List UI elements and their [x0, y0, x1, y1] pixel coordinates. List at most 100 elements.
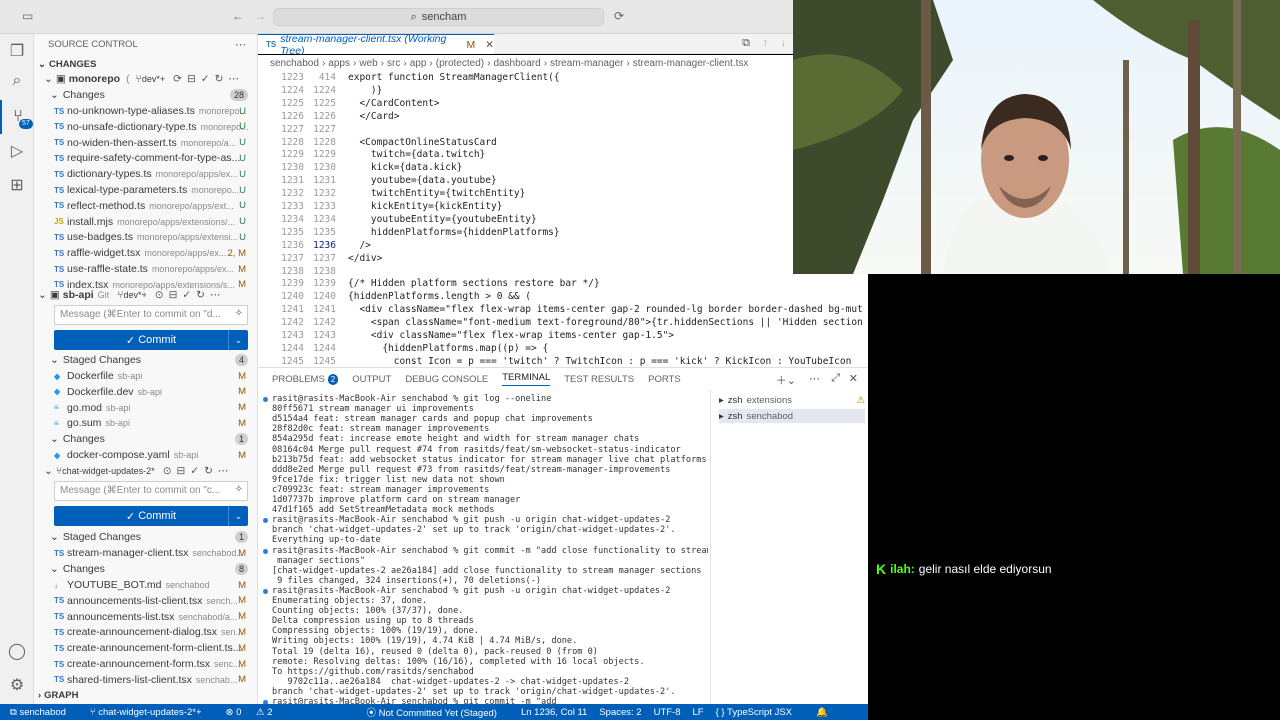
panel-tab-test-results[interactable]: TEST RESULTS [564, 374, 634, 385]
graph-section-header[interactable]: › GRAPH [34, 687, 257, 703]
panel-tab-debug-console[interactable]: DEBUG CONSOLE [405, 374, 488, 385]
line-number-original: 1228 [281, 136, 304, 148]
new-terminal-icon[interactable]: ＋⌄ [776, 372, 796, 388]
encoding[interactable]: UTF-8 [654, 707, 681, 718]
file-item[interactable]: TS create-announcement-form-client.ts... M [34, 640, 257, 656]
file-item[interactable]: TS announcements-list-client.tsx sench... M [34, 593, 257, 609]
editor-tab[interactable]: TS stream-manager-client.tsx (Working Tr… [258, 33, 494, 57]
commit-button-chat-widget[interactable]: ✓ Commit ⌄ [54, 506, 248, 526]
commit-button-sb-api[interactable]: ✓ Commit ⌄ [54, 330, 248, 350]
close-icon[interactable]: ✕ [485, 39, 494, 51]
breadcrumb-item[interactable]: web [359, 58, 377, 69]
file-item[interactable]: TS raffle-widget.tsx monorepo/apps/ex... 2,… [34, 245, 257, 261]
breadcrumb-item[interactable]: (protected) [436, 58, 484, 69]
file-item[interactable]: ≡ go.mod sb-api M [34, 400, 257, 416]
file-item[interactable]: TS use-raffle-state.ts monorepo/apps/ex...… [34, 261, 257, 277]
file-item[interactable]: ↓ YOUTUBE_BOT.md senchabod M [34, 577, 257, 593]
account-icon[interactable]: ◯ [0, 634, 34, 668]
file-item[interactable]: TS lexical-type-parameters.ts monorepo... U [34, 182, 257, 198]
repo-actions[interactable]: ⊙⊟✓↻⋯ [155, 289, 226, 301]
line-ending[interactable]: LF [693, 707, 704, 718]
file-item[interactable]: TS announcements-list.tsx senchabod/a... M [34, 609, 257, 625]
file-item[interactable]: ≡ go.sum sb-api M [34, 415, 257, 431]
panel-tab-output[interactable]: OUTPUT [352, 374, 391, 385]
code-line: 1233 1233 kickEntity={kickEntity} [258, 200, 868, 213]
repo-sb-api[interactable]: ⌄ ▣ sb-api Git ⑂ dev*+ ⊙⊟✓↻⋯ [34, 287, 257, 303]
maximize-panel-icon[interactable]: ⤢ [831, 372, 840, 385]
file-item[interactable]: TS no-widen-then-assert.ts monorepo/a... U [34, 135, 257, 151]
file-item[interactable]: TS reflect-method.ts monorepo/apps/ext... U [34, 198, 257, 214]
branch-indicator[interactable]: ⑂ chat-widget-updates-2*+ [90, 707, 214, 718]
source-control-icon[interactable]: ⑂ 57 [0, 100, 34, 134]
file-item[interactable]: ◆ Dockerfile sb-api M [34, 368, 257, 384]
extensions-icon[interactable]: ⊞ [0, 168, 34, 202]
repo-monorepo[interactable]: ⌄ ▣ monorepo( ⑂ dev*+ ⟳⊟✓↻⋯ [34, 71, 257, 87]
breadcrumb-item[interactable]: stream-manager-client.tsx [633, 58, 749, 69]
language-mode[interactable]: { } TypeScript JSX [716, 707, 804, 718]
breadcrumb-item[interactable]: dashboard [493, 58, 540, 69]
changes-section-header[interactable]: ⌄ CHANGES [34, 56, 257, 72]
breadcrumb-item[interactable]: app [410, 58, 427, 69]
file-item[interactable]: TS no-unknown-type-aliases.ts monorepo... U [34, 103, 257, 119]
chevron-down-icon[interactable]: ⌄ [228, 506, 248, 526]
panel-tab-ports[interactable]: PORTS [648, 374, 681, 385]
file-item[interactable]: TS no-unsafe-dictionary-type.ts monorepo..… [34, 119, 257, 135]
file-item[interactable]: TS create-announcement-dialog.tsx sen... M [34, 624, 257, 640]
indentation[interactable]: Spaces: 2 [599, 707, 641, 718]
sparkle-icon[interactable]: ✧ [235, 484, 243, 495]
close-panel-icon[interactable]: ✕ [849, 372, 858, 385]
more-actions-icon[interactable]: ⋯ [809, 372, 820, 385]
terminal-instance[interactable]: ▸ zsh senchabod [719, 409, 865, 423]
file-item[interactable]: ◆ docker-compose.yaml sb-api M [34, 447, 257, 463]
explorer-icon[interactable]: ❐ [0, 34, 34, 68]
notifications-icon[interactable]: 🔔 [816, 707, 828, 718]
changes-group-2[interactable]: ⌄ Changes 1 [34, 431, 257, 447]
file-item[interactable]: TS use-badges.ts monorepo/apps/extensi... U [34, 229, 257, 245]
file-item[interactable]: JS install.mjs monorepo/apps/extensions/..… [34, 214, 257, 230]
arrow-up-icon[interactable]: ↑ [763, 37, 769, 49]
terminal[interactable]: rasit@rasits-MacBook-Air senchabod % git… [258, 390, 708, 705]
cursor-position[interactable]: Ln 1236, Col 11 [521, 707, 587, 718]
open-file-icon[interactable]: ⧉ [742, 37, 750, 50]
remote-indicator[interactable]: ⧉ senchabod [10, 707, 78, 718]
blame-indicator[interactable]: ⦿ Not Committed Yet (Staged) [367, 705, 509, 719]
file-item[interactable]: TS create-announcement-form.tsx senc... M [34, 656, 257, 672]
problems-indicator[interactable]: ⊗ 0 ⚠ 2 [226, 707, 285, 718]
arrow-down-icon[interactable]: ↓ [781, 37, 787, 49]
layout-toggle-icon[interactable]: ▭ [22, 9, 33, 23]
file-item[interactable]: TS stream-manager-client.tsx senchabod... M [34, 545, 257, 561]
changes-group-1[interactable]: ⌄ Changes 28 [34, 87, 257, 103]
commit-message-input-sb-api[interactable]: Message (⌘Enter to commit on "d... ✧ [54, 305, 248, 325]
commit-message-input-chat-widget[interactable]: Message (⌘Enter to commit on "c... ✧ [54, 481, 248, 501]
panel-tab-terminal[interactable]: TERMINAL [502, 372, 551, 386]
terminal-instance[interactable]: ▸ zsh extensions ⚠ [719, 393, 865, 407]
changes-group-3[interactable]: ⌄ Changes 8 [34, 561, 257, 577]
breadcrumb-item[interactable]: apps [328, 58, 350, 69]
repo-actions[interactable]: ⊙⊟✓↻⋯ [163, 465, 234, 477]
sparkle-icon[interactable]: ✧ [235, 308, 243, 319]
back-arrow-icon[interactable]: ← [232, 9, 244, 23]
breadcrumb-item[interactable]: src [387, 58, 400, 69]
breadcrumb-item[interactable]: senchabod [270, 58, 319, 69]
forward-arrow-icon[interactable]: → [254, 9, 266, 23]
breadcrumb-item[interactable]: stream-manager [550, 58, 623, 69]
file-item[interactable]: TS shared-timers-list-client.tsx senchab..… [34, 672, 257, 688]
line-number: 1230 [313, 162, 336, 174]
file-item[interactable]: TS dictionary-types.ts monorepo/apps/ex...… [34, 166, 257, 182]
chevron-down-icon[interactable]: ⌄ [228, 330, 248, 350]
settings-gear-icon[interactable]: ⚙ [0, 668, 34, 702]
code-editor[interactable]: 1223 414 export function StreamManagerClie… [258, 71, 868, 367]
staged-changes-group[interactable]: ⌄ Staged Changes 4 [34, 352, 257, 368]
kick-logo-icon: K [876, 561, 887, 577]
repo-chat-widget[interactable]: ⌄ ⑂ chat-widget-updates-2* ⊙⊟✓↻⋯ [34, 463, 257, 479]
command-search-box[interactable]: ⌕ sencham [273, 8, 604, 26]
file-item[interactable]: ◆ Dockerfile.dev sb-api M [34, 384, 257, 400]
panel-tab-problems[interactable]: PROBLEMS 2 [272, 373, 339, 385]
staged-changes-group-3[interactable]: ⌄ Staged Changes 1 [34, 529, 257, 545]
file-item[interactable]: TS require-safety-comment-for-type-as... U [34, 150, 257, 166]
search-icon[interactable]: ⌕ [0, 64, 34, 98]
run-debug-icon[interactable]: ▷ [0, 134, 34, 168]
copilot-icon[interactable]: ⟳ [614, 9, 624, 23]
repo-actions[interactable]: ⟳⊟✓↻⋯ [173, 73, 244, 85]
more-actions-icon[interactable]: ⋯ [235, 38, 246, 51]
